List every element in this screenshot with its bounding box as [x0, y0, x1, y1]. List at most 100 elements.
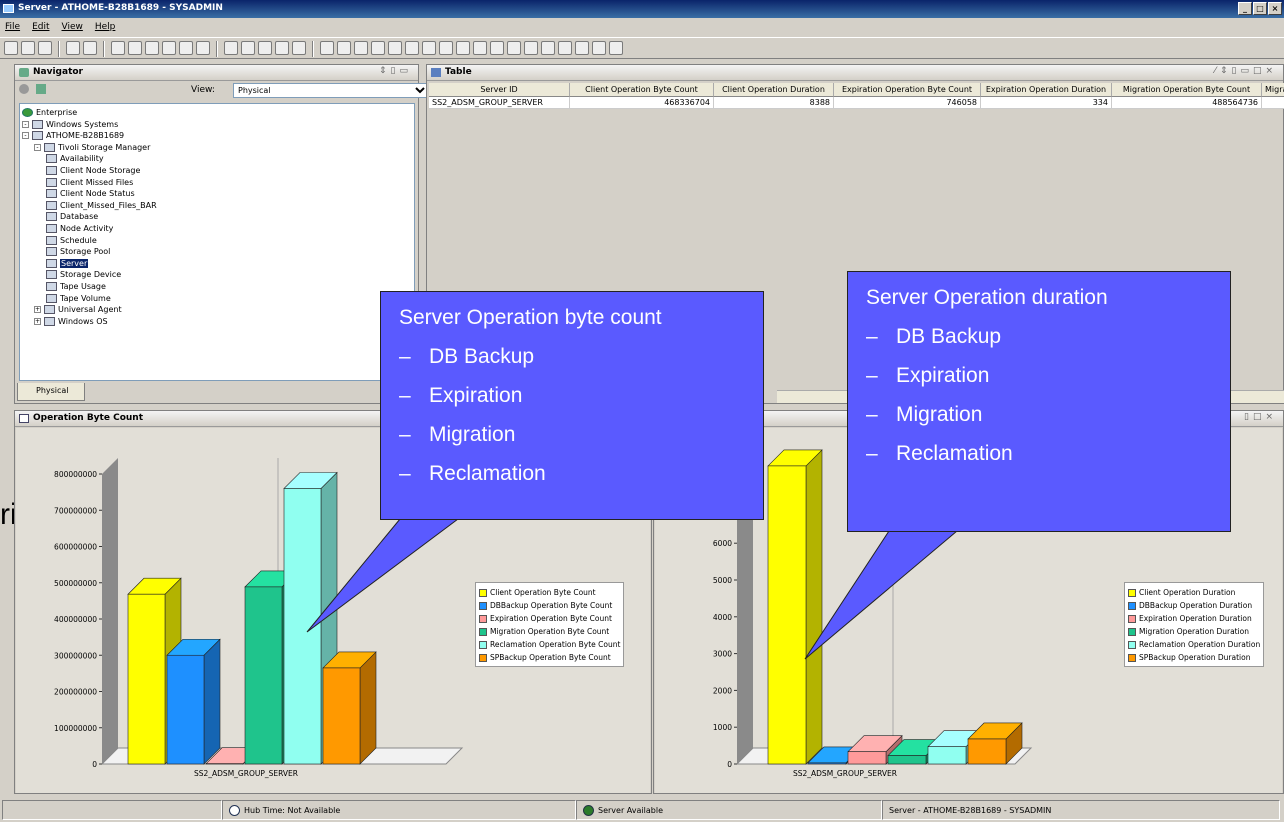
minimize-button[interactable]: _	[1238, 2, 1252, 15]
expand-toggle-icon[interactable]: -	[22, 120, 29, 128]
tab-physical[interactable]: Physical	[17, 383, 85, 401]
toolbar-button-icon[interactable]	[66, 41, 80, 55]
toolbar-separator	[58, 41, 60, 57]
panel-controls-icon[interactable]: ⁄⇕▯▭□×	[1214, 66, 1277, 76]
toolbar-button-icon[interactable]	[128, 41, 142, 55]
tree-node[interactable]: Tape Volume	[46, 293, 111, 303]
tree-node[interactable]: - Tivoli Storage Manager	[34, 142, 150, 152]
toolbar-button-icon[interactable]	[558, 41, 572, 55]
panel-controls-icon[interactable]: ⇕▯▭	[379, 66, 412, 76]
expand-toggle-icon[interactable]: +	[34, 317, 41, 325]
toolbar-button-icon[interactable]	[162, 41, 176, 55]
legend-item: Migration Operation Duration	[1128, 625, 1260, 638]
nav-refresh-icon[interactable]	[35, 84, 46, 94]
panel-controls-icon[interactable]: ▯□×	[1244, 412, 1277, 422]
toolbar-button-icon[interactable]	[179, 41, 193, 55]
tree-node[interactable]: Enterprise	[22, 108, 77, 117]
tree-node[interactable]: Storage Device	[46, 270, 121, 280]
tree-node[interactable]: - ATHOME-B28B1689	[22, 131, 124, 141]
tree-node[interactable]: Client_Missed_Files_BAR	[46, 200, 157, 210]
toolbar-button-icon[interactable]	[258, 41, 272, 55]
toolbar-button-icon[interactable]	[524, 41, 538, 55]
toolbar-button-icon[interactable]	[473, 41, 487, 55]
tree-node[interactable]: Database	[46, 212, 99, 222]
callout-item: – Expiration	[381, 384, 763, 408]
column-header[interactable]: Expiration Operation Duration	[981, 83, 1112, 97]
window-title: Server - ATHOME-B28B1689 - SYSADMIN	[18, 3, 223, 13]
toolbar-button-icon[interactable]	[371, 41, 385, 55]
toolbar-button-icon[interactable]	[224, 41, 238, 55]
column-header[interactable]: Migration Operation Byte Count	[1112, 83, 1262, 97]
view-select[interactable]: Physical	[233, 83, 429, 98]
y-tick-label: 4000	[713, 613, 732, 622]
workspace-icon	[46, 224, 57, 233]
tree-node[interactable]: Client Node Storage	[46, 166, 140, 175]
toolbar-button-icon[interactable]	[507, 41, 521, 55]
tree-node-label: Database	[60, 212, 99, 222]
toolbar-button-icon[interactable]	[541, 41, 555, 55]
status-title-text: Server - ATHOME-B28B1689 - SYSADMIN	[889, 805, 1052, 815]
toolbar-button-icon[interactable]	[354, 41, 368, 55]
tree-node[interactable]: + Universal Agent	[34, 305, 122, 315]
toolbar-button-icon[interactable]	[275, 41, 289, 55]
legend-swatch	[479, 601, 487, 610]
tree-node[interactable]: Tape Usage	[46, 282, 106, 291]
expand-toggle-icon[interactable]: -	[34, 143, 41, 151]
tree-node[interactable]: Storage Pool	[46, 247, 110, 257]
legend-swatch	[479, 588, 487, 597]
tree-node[interactable]: Server	[46, 258, 89, 268]
column-header[interactable]: Client Operation Byte Count	[570, 83, 714, 97]
toolbar-button-icon[interactable]	[422, 41, 436, 55]
toolbar-button-icon[interactable]	[592, 41, 606, 55]
toolbar-button-icon[interactable]	[609, 41, 623, 55]
expand-toggle-icon[interactable]: -	[22, 132, 29, 140]
maximize-button[interactable]: □	[1253, 2, 1267, 15]
back-icon[interactable]	[19, 84, 29, 94]
workspace-icon	[46, 270, 57, 280]
toolbar-button-icon[interactable]	[196, 41, 210, 55]
navigator-panel: Navigator ⇕▯▭ View: Physical Enterprise -…	[14, 64, 429, 404]
tree-node[interactable]: - Windows Systems	[22, 119, 118, 129]
callout-title: Server Operation byte count	[399, 306, 662, 329]
app-icon	[3, 4, 14, 13]
tree-node[interactable]: + Windows OS	[34, 316, 108, 326]
menu-file[interactable]: File	[5, 22, 20, 35]
toolbar-button-icon[interactable]	[111, 41, 125, 55]
expand-toggle-icon[interactable]: +	[34, 306, 41, 314]
hub-time-text: Hub Time: Not Available	[244, 805, 341, 815]
toolbar-button-icon[interactable]	[439, 41, 453, 55]
close-button[interactable]: ×	[1268, 2, 1282, 15]
y-tick-label: 200000000	[54, 688, 97, 697]
workspace-icon	[46, 177, 57, 187]
toolbar-button-icon[interactable]	[83, 41, 97, 55]
toolbar-button-icon[interactable]	[405, 41, 419, 55]
toolbar-button-icon[interactable]	[337, 41, 351, 55]
column-header[interactable]: Client Operation Duration	[714, 83, 834, 97]
tree-node[interactable]: Client Node Status	[46, 189, 135, 199]
tree-node[interactable]: Node Activity	[46, 224, 113, 233]
menu-view[interactable]: View	[62, 22, 83, 35]
toolbar-button-icon[interactable]	[4, 41, 18, 55]
callout-dash: –	[399, 345, 411, 368]
toolbar-button-icon[interactable]	[388, 41, 402, 55]
column-header[interactable]: Expiration Operation Byte Count	[834, 83, 981, 97]
column-header[interactable]: Server ID	[429, 83, 570, 97]
column-header[interactable]: Migra	[1262, 83, 1284, 97]
toolbar-button-icon[interactable]	[292, 41, 306, 55]
tree-node[interactable]: Availability	[46, 154, 104, 164]
toolbar-button-icon[interactable]	[21, 41, 35, 55]
menu-edit[interactable]: Edit	[32, 22, 49, 35]
toolbar-button-icon[interactable]	[575, 41, 589, 55]
menu-help[interactable]: Help	[95, 22, 116, 35]
toolbar-button-icon[interactable]	[241, 41, 255, 55]
legend-swatch	[479, 627, 487, 636]
status-bar: Hub Time: Not Available Server Available…	[0, 798, 1284, 822]
tree-node[interactable]: Client Missed Files	[46, 177, 133, 187]
table-row[interactable]: SS2_ADSM_GROUP_SERVER 468336704 8388 746058…	[429, 97, 1284, 109]
toolbar-button-icon[interactable]	[145, 41, 159, 55]
toolbar-button-icon[interactable]	[320, 41, 334, 55]
toolbar-button-icon[interactable]	[456, 41, 470, 55]
toolbar-button-icon[interactable]	[490, 41, 504, 55]
tree-node[interactable]: Schedule	[46, 235, 97, 245]
toolbar-button-icon[interactable]	[38, 41, 52, 55]
